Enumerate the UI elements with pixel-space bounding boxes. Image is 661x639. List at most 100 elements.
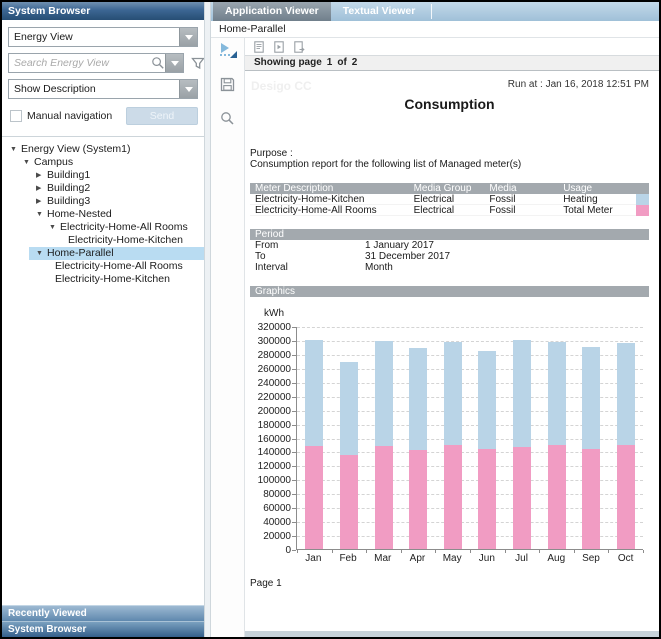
period-key: To: [250, 251, 365, 262]
save-report-icon[interactable]: [220, 77, 235, 92]
y-tick-mark: [292, 522, 296, 523]
bar-may[interactable]: [444, 342, 462, 549]
bar-mar[interactable]: [375, 341, 393, 549]
y-tick-label: 20000: [263, 532, 291, 542]
filter-icon[interactable]: [191, 57, 205, 70]
chevron-expanded-icon[interactable]: ▼: [36, 247, 47, 260]
x-tick-mark: [643, 550, 644, 553]
search-icon: [151, 56, 165, 70]
y-tick-mark: [292, 383, 296, 384]
tree-item-label: Energy View (System1): [21, 143, 131, 156]
system-browser-header: System Browser: [2, 2, 204, 20]
recently-viewed-bar[interactable]: Recently Viewed: [2, 605, 204, 621]
paging-prefix: Showing page: [254, 57, 322, 68]
bar-aug[interactable]: [548, 342, 566, 549]
system-browser-bar[interactable]: System Browser: [2, 621, 204, 637]
tree-item-electricity-home-kitchen[interactable]: Electricity-Home-Kitchen: [2, 273, 204, 286]
view-selector-dropdown[interactable]: Energy View: [8, 27, 198, 47]
manual-navigation-checkbox[interactable]: [10, 110, 22, 122]
tree-item-building1[interactable]: ▶Building1: [2, 169, 204, 182]
report-toolbar: [245, 38, 659, 56]
tree-item-label: Home-Nested: [47, 208, 112, 221]
chevron-down-icon[interactable]: [179, 28, 197, 46]
x-tick-mark: [332, 550, 333, 553]
search-chevron-down-icon[interactable]: [165, 54, 183, 72]
x-tick-mark: [470, 550, 471, 553]
y-tick-label: 160000: [258, 435, 291, 445]
table-cell: Electrical: [414, 205, 490, 215]
table-cell: Electricity-Home-Kitchen: [250, 194, 414, 204]
tree-item-label: Home-Parallel: [47, 247, 114, 260]
chevron-expanded-icon[interactable]: ▼: [10, 143, 21, 156]
system-browser-panel: System Browser Energy View: [2, 2, 204, 637]
chevron-collapsed-icon[interactable]: ▶: [36, 182, 47, 195]
y-tick-mark: [292, 480, 296, 481]
browser-controls: Energy View: [2, 20, 204, 134]
view-selector-value: Energy View: [9, 31, 179, 43]
bar-jun[interactable]: [478, 351, 496, 549]
search-input[interactable]: [9, 57, 151, 69]
bar-oct[interactable]: [617, 343, 635, 549]
zoom-icon[interactable]: [220, 111, 235, 126]
bar-segment-heating: [478, 351, 496, 449]
tree-item-home-parallel[interactable]: ▼Home-Parallel: [2, 247, 204, 260]
y-tick-mark: [292, 466, 296, 467]
tree-item-campus[interactable]: ▼Campus: [2, 156, 204, 169]
document-play-icon[interactable]: [274, 41, 284, 53]
y-tick-mark: [292, 536, 296, 537]
x-tick-label: Sep: [574, 553, 609, 564]
tab-textual-viewer[interactable]: Textual Viewer: [331, 2, 431, 21]
bar-segment-total-meter: [340, 455, 358, 549]
chevron-expanded-icon[interactable]: ▼: [49, 221, 60, 234]
tab-application-viewer[interactable]: Application Viewer: [213, 2, 331, 21]
tree-item-building2[interactable]: ▶Building2: [2, 182, 204, 195]
y-tick-label: 0: [285, 546, 291, 556]
run-report-icon[interactable]: [219, 43, 237, 58]
chevron-expanded-icon[interactable]: ▼: [23, 156, 34, 169]
tree-item-electricity-home-all-rooms[interactable]: Electricity-Home-All Rooms: [2, 260, 204, 273]
bar-segment-total-meter: [548, 445, 566, 549]
tree-item-electricity-home-all-rooms[interactable]: ▼Electricity-Home-All Rooms: [2, 221, 204, 234]
bar-segment-total-meter: [444, 445, 462, 549]
y-tick-label: 40000: [263, 518, 291, 528]
chevron-expanded-icon[interactable]: ▼: [36, 208, 47, 221]
panel-title: System Browser: [8, 5, 90, 17]
tree-item-energy-view-system1-[interactable]: ▼Energy View (System1): [2, 143, 204, 156]
bar-segment-total-meter: [305, 446, 323, 549]
consumption-chart: 3200003000002800002600002400002200002000…: [250, 327, 649, 550]
bar-sep[interactable]: [582, 347, 600, 549]
y-tick-label: 180000: [258, 421, 291, 431]
y-tick-label: 60000: [263, 504, 291, 514]
panel-splitter[interactable]: [204, 2, 211, 637]
document-icon[interactable]: [254, 41, 264, 53]
x-tick-mark: [539, 550, 540, 553]
paging-status: Showing page1of2: [245, 56, 659, 71]
period-row: From1 January 2017: [250, 240, 649, 251]
tree-item-building3[interactable]: ▶Building3: [2, 195, 204, 208]
x-tick-mark: [435, 550, 436, 553]
bar-feb[interactable]: [340, 362, 358, 549]
chevron-down-icon[interactable]: [179, 80, 197, 98]
send-button[interactable]: Send: [126, 107, 198, 125]
bar-jul[interactable]: [513, 340, 531, 549]
tree-item-label: Building2: [47, 182, 90, 195]
bar-apr[interactable]: [409, 348, 427, 549]
y-tick-mark: [292, 355, 296, 356]
tree-item-electricity-home-kitchen[interactable]: Electricity-Home-Kitchen: [2, 234, 204, 247]
chevron-collapsed-icon[interactable]: ▶: [36, 195, 47, 208]
description-mode-dropdown[interactable]: Show Description: [8, 79, 198, 99]
viewer-icon-strip: [211, 38, 245, 637]
chevron-collapsed-icon[interactable]: ▶: [36, 169, 47, 182]
bar-segment-total-meter: [513, 447, 531, 549]
search-field[interactable]: [8, 53, 184, 73]
bar-segment-total-meter: [375, 446, 393, 549]
y-tick-mark: [292, 452, 296, 453]
gridline: [297, 327, 643, 328]
bar-jan[interactable]: [305, 340, 323, 549]
chart-y-axis: 3200003000002800002600002400002200002000…: [250, 327, 296, 550]
x-tick-label: Aug: [539, 553, 574, 564]
document-export-icon[interactable]: [294, 41, 306, 53]
tree-item-home-nested[interactable]: ▼Home-Nested: [2, 208, 204, 221]
bar-segment-heating: [340, 362, 358, 455]
table-cell: Electrical: [414, 194, 490, 204]
